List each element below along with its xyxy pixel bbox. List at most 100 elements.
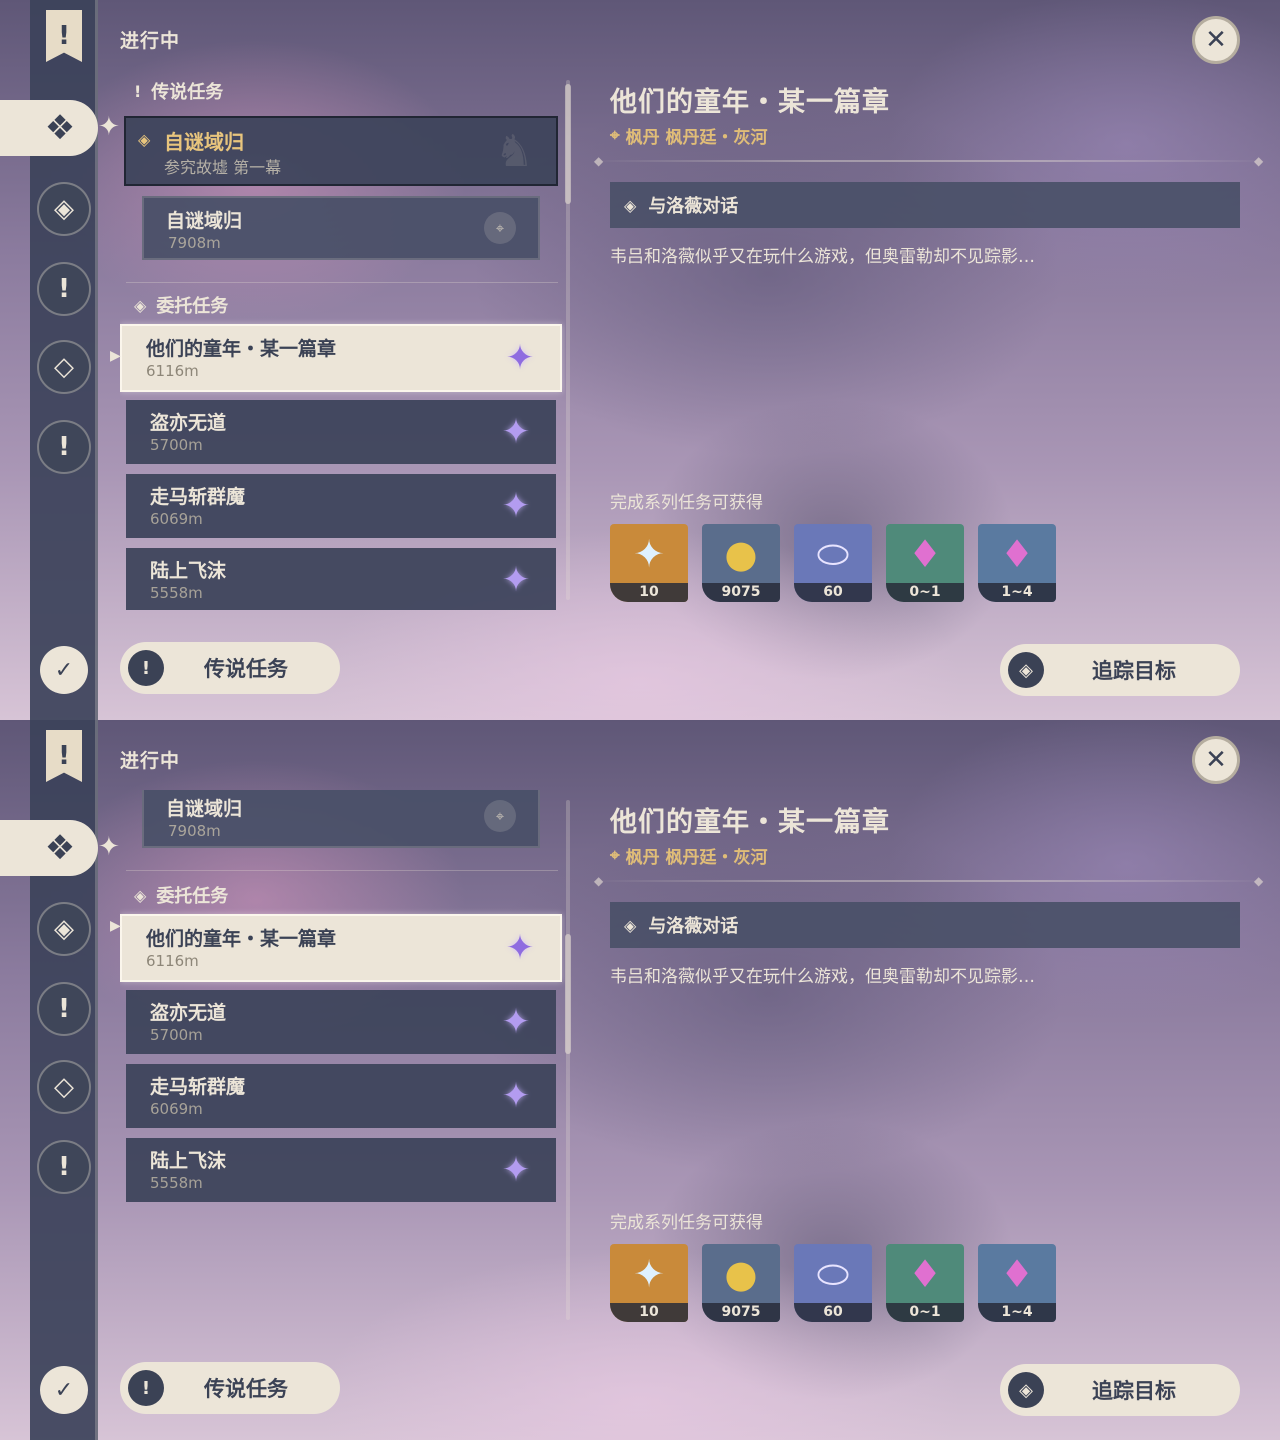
reward-quantity: 0~1 [886,1303,964,1322]
world-quest-star-icon: ✦ [501,560,531,600]
track-diamond-icon: ◈ [138,130,151,149]
close-button[interactable]: ✕ [1192,16,1240,64]
reward-mora[interactable]: ● 9075 [702,1244,780,1322]
objective-text: 与洛薇对话 [648,196,739,217]
reward-quantity: 1~4 [978,1303,1056,1322]
track-target-button-label: 追踪目标 [1092,659,1176,683]
section-commission-label: 委托任务 [156,886,229,907]
sidebar-item-archon-quests[interactable]: ◈ [37,902,91,956]
section-commission: ◈ 委托任务 [134,882,228,908]
reward-crystal-chunk[interactable]: ♦ 0~1 [886,524,964,602]
sidebar-item-story-quests[interactable]: ! [37,982,91,1036]
quest-item[interactable]: 盗亦无道 5700m ✦ [126,990,556,1054]
reward-primogem[interactable]: ✦ 10 [610,524,688,602]
track-target-button-label: 追踪目标 [1092,1379,1176,1403]
legend-quests-button[interactable]: ! 传说任务 [120,642,340,694]
legend-quests-button-label: 传说任务 [204,1377,288,1401]
section-legend: ! 传说任务 [134,78,223,104]
crystal-cluster-icon: ♦ [999,532,1035,576]
quest-title: 盗亦无道 [150,1002,227,1024]
quest-item[interactable]: 走马斩群魔 6069m ✦ [126,1064,556,1128]
reward-companionship-exp[interactable]: ⬭ 60 [794,524,872,602]
quest-distance: 6069m [150,510,203,528]
legend-subquest-card[interactable]: 自谜域归 7908m ⌖ [142,790,540,848]
close-icon: ✕ [1205,745,1227,775]
world-quest-star-icon: ✦ [505,928,535,968]
detail-title: 他们的童年・某一篇章 [610,807,890,838]
crystal-chunk-icon: ♦ [907,1252,943,1296]
quest-list-scrolled: 自谜域归 7908m ⌖ ◈ 委托任务 他们的童年・某一篇章 6116m ✦ 盗… [120,790,565,1330]
legend-quest-card[interactable]: ◈ 自谜域归 参究故墟 第一幕 ♞ [124,116,558,186]
quest-item-selected[interactable]: 他们的童年・某一篇章 6116m ✦ [120,914,562,982]
quest-distance: 6116m [146,362,199,380]
legend-subquest-card[interactable]: 自谜域归 7908m ⌖ [142,196,540,260]
reward-mora[interactable]: ● 9075 [702,524,780,602]
crystal-cluster-icon: ♦ [999,1252,1035,1296]
track-target-button[interactable]: ◈ 追踪目标 [1000,644,1240,696]
reward-crystal-cluster[interactable]: ♦ 1~4 [978,1244,1056,1322]
divider [126,282,558,283]
quest-distance: 6116m [146,952,199,970]
location-pin-icon: ⌖ [610,125,620,146]
location-text: 枫丹 枫丹廷・灰河 [625,128,768,148]
sidebar-item-world-quests[interactable]: ◇ [37,340,91,394]
close-button[interactable]: ✕ [1192,736,1240,784]
quest-title: 盗亦无道 [150,412,227,434]
decorative-divider [590,880,1270,882]
map-pin-icon[interactable]: ⌖ [484,212,516,244]
reward-quantity: 9075 [702,1303,780,1322]
sidebar-item-archon-quests[interactable]: ◈ [37,182,91,236]
map-pin-icon[interactable]: ⌖ [484,800,516,832]
reward-quantity: 1~4 [978,583,1056,602]
scrollbar-track[interactable] [566,800,570,1320]
quest-distance: 5700m [150,1026,203,1044]
quest-distance: 5558m [150,1174,203,1192]
quest-settings-icon[interactable]: ✓ [40,1366,88,1414]
scrollbar-thumb[interactable] [565,934,571,1054]
objective-diamond-icon: ◈ [624,195,637,215]
rewards-list: ✦ 10 ● 9075 ⬭ 60 ♦ 0~1 ♦ 1~4 [610,524,1056,602]
sparkle-icon: ✦ [98,112,120,142]
diamond-icon: ◈ [134,295,147,315]
quest-item[interactable]: 陆上飞沫 5558m ✦ [126,548,556,610]
objective-bar: ◈ 与洛薇对话 [610,182,1240,228]
rewards-title: 完成系列任务可获得 [610,493,763,513]
quest-panel-top: ! ❖ ✦ ◈ ! ◇ ! ✓ 进行中 ! 传说任务 ◈ 自谜域归 参究故墟 第… [0,0,1280,720]
quest-item[interactable]: 盗亦无道 5700m ✦ [126,400,556,464]
sidebar-item-world-quests[interactable]: ◇ [37,1060,91,1114]
quest-item-selected[interactable]: 他们的童年・某一篇章 6116m ✦ [120,324,562,392]
world-quest-star-icon: ✦ [501,412,531,452]
sidebar-item-story-quests[interactable]: ! [37,262,91,316]
quest-title: 他们的童年・某一篇章 [146,338,337,360]
sidebar-item-event-quests[interactable]: ! [37,1140,91,1194]
sidebar-item-all-quests[interactable]: ❖ [0,100,98,156]
quest-distance: 5700m [150,436,203,454]
quest-list: ! 传说任务 ◈ 自谜域归 参究故墟 第一幕 ♞ 自谜域归 7908m ⌖ ◈ … [120,70,565,610]
scrollbar-thumb[interactable] [565,84,571,204]
reward-quantity: 0~1 [886,583,964,602]
diamond-ornament-icon: ◆ [1254,874,1264,888]
quest-description: 韦吕和洛薇似乎又在玩什么游戏，但奥雷勒却不见踪影… [610,967,1035,987]
sidebar-item-event-quests[interactable]: ! [37,420,91,474]
reward-crystal-chunk[interactable]: ♦ 0~1 [886,1244,964,1322]
diamond-icon: ◈ [134,885,147,905]
quest-item[interactable]: 陆上飞沫 5558m ✦ [126,1138,556,1202]
diamond-ornament-icon: ◆ [1254,154,1264,168]
companionship-exp-icon: ⬭ [816,1251,850,1296]
legend-quests-button[interactable]: ! 传说任务 [120,1362,340,1414]
reward-quantity: 60 [794,1303,872,1322]
quest-settings-icon[interactable]: ✓ [40,646,88,694]
mora-icon: ● [724,1252,758,1296]
objective-text: 与洛薇对话 [648,916,739,937]
quest-title: 陆上飞沫 [150,560,227,582]
quest-item[interactable]: 走马斩群魔 6069m ✦ [126,474,556,538]
reward-crystal-cluster[interactable]: ♦ 1~4 [978,524,1056,602]
reward-primogem[interactable]: ✦ 10 [610,1244,688,1322]
subquest-distance: 7908m [168,234,221,252]
quest-title: 走马斩群魔 [150,1076,246,1098]
sidebar-item-all-quests[interactable]: ❖ [0,820,98,876]
decorative-divider [590,160,1270,162]
reward-companionship-exp[interactable]: ⬭ 60 [794,1244,872,1322]
detail-location: ⌖ 枫丹 枫丹廷・灰河 [610,123,768,149]
track-target-button[interactable]: ◈ 追踪目标 [1000,1364,1240,1416]
